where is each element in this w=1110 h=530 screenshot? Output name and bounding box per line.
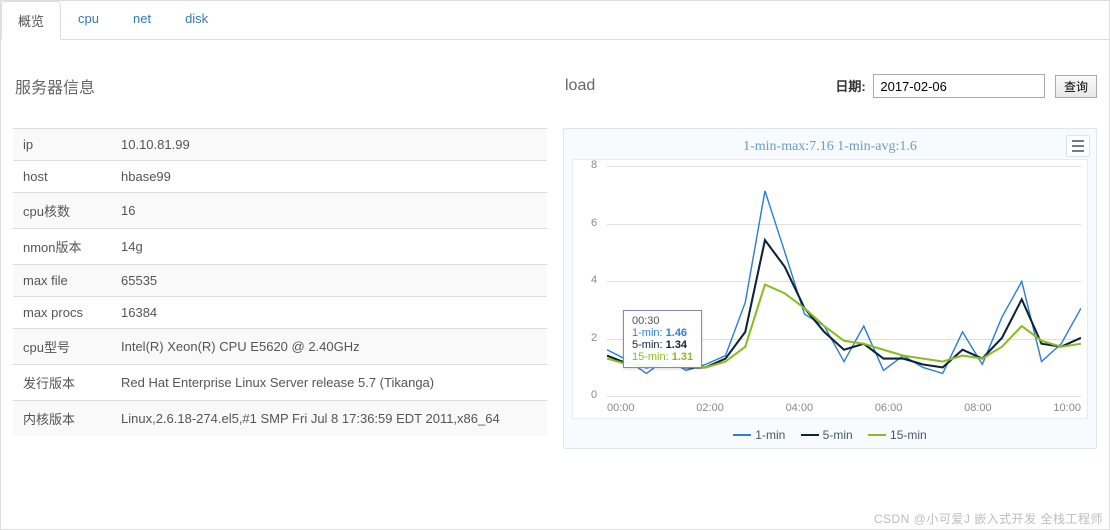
table-row: 发行版本Red Hat Enterprise Linux Server rele…	[13, 365, 547, 401]
table-row: ip10.10.81.99	[13, 129, 547, 161]
load-panel: load 日期: 查询 1-min-max:7.16 1-min-avg:1.6…	[563, 60, 1097, 478]
load-title: load	[565, 77, 595, 95]
table-row: cpu核数16	[13, 193, 547, 229]
info-key: cpu型号	[13, 329, 111, 365]
load-chart: 1-min-max:7.16 1-min-avg:1.6 0 2 4 6 8 00:00…	[563, 128, 1097, 449]
watermark: CSDN @小可爱J 嵌入式开发 全栈工程师	[874, 510, 1103, 527]
legend-1min[interactable]: 1-min	[733, 428, 785, 442]
y-tick-label: 4	[591, 274, 597, 286]
chart-legend: 1-min 5-min 15-min	[572, 425, 1088, 442]
table-row: max file65535	[13, 265, 547, 297]
info-key: 内核版本	[13, 401, 111, 437]
x-tick-label: 00:00	[607, 402, 635, 414]
table-row: max procs16384	[13, 297, 547, 329]
info-key: 发行版本	[13, 365, 111, 401]
date-label: 日期:	[835, 79, 865, 94]
table-row: nmon版本14g	[13, 229, 547, 265]
table-row: cpu型号Intel(R) Xeon(R) CPU E5620 @ 2.40GH…	[13, 329, 547, 365]
x-tick-label: 02:00	[696, 402, 724, 414]
info-key: max file	[13, 265, 111, 297]
chart-x-labels: 00:00 02:00 04:00 06:00 08:00 10:00	[607, 402, 1081, 414]
y-tick-label: 8	[591, 159, 597, 171]
x-tick-label: 06:00	[875, 402, 903, 414]
tab-disk[interactable]: disk	[168, 1, 225, 40]
info-key: max procs	[13, 297, 111, 329]
server-info-panel: 服务器信息 ip10.10.81.99hosthbase99cpu核数16nmo…	[13, 60, 547, 478]
table-row: hosthbase99	[13, 161, 547, 193]
server-info-table: ip10.10.81.99hosthbase99cpu核数16nmon版本14g…	[13, 128, 547, 436]
chart-plot-area[interactable]: 0 2 4 6 8 00:00 02:00 04:00 06:00 08:00 10:00 00:…	[572, 159, 1088, 419]
x-tick-label: 04:00	[786, 402, 814, 414]
info-value: 65535	[111, 265, 547, 297]
legend-swatch-icon	[733, 434, 751, 436]
table-row: 内核版本Linux,2.6.18-274.el5,#1 SMP Fri Jul …	[13, 401, 547, 437]
info-value: Intel(R) Xeon(R) CPU E5620 @ 2.40GHz	[111, 329, 547, 365]
info-value: Linux,2.6.18-274.el5,#1 SMP Fri Jul 8 17…	[111, 401, 547, 437]
info-value: Red Hat Enterprise Linux Server release …	[111, 365, 547, 401]
info-key: host	[13, 161, 111, 193]
info-value: 16	[111, 193, 547, 229]
info-value: hbase99	[111, 161, 547, 193]
info-key: nmon版本	[13, 229, 111, 265]
series-15-min	[607, 285, 1081, 368]
date-input[interactable]	[873, 74, 1045, 98]
info-value: 14g	[111, 229, 547, 265]
chart-svg	[607, 166, 1081, 403]
x-tick-label: 10:00	[1053, 402, 1081, 414]
chart-title: 1-min-max:7.16 1-min-avg:1.6	[572, 139, 1088, 155]
legend-15min[interactable]: 15-min	[868, 428, 927, 442]
info-value: 10.10.81.99	[111, 129, 547, 161]
server-info-title: 服务器信息	[15, 74, 547, 98]
x-tick-label: 08:00	[964, 402, 992, 414]
info-value: 16384	[111, 297, 547, 329]
tab-overview[interactable]: 概览	[1, 1, 61, 40]
y-tick-label: 6	[591, 217, 597, 229]
y-tick-label: 2	[591, 332, 597, 344]
query-button[interactable]: 查询	[1055, 75, 1097, 98]
legend-swatch-icon	[868, 434, 886, 436]
date-controls: 日期: 查询	[835, 74, 1097, 98]
tab-bar: 概览 cpu net disk	[1, 1, 1109, 40]
legend-5min[interactable]: 5-min	[801, 428, 853, 442]
series-1-min	[607, 191, 1081, 374]
tab-net[interactable]: net	[116, 1, 168, 40]
chart-menu-icon[interactable]	[1066, 135, 1090, 157]
tab-cpu[interactable]: cpu	[61, 1, 116, 40]
legend-swatch-icon	[801, 434, 819, 436]
y-tick-label: 0	[591, 389, 597, 401]
info-key: cpu核数	[13, 193, 111, 229]
info-key: ip	[13, 129, 111, 161]
